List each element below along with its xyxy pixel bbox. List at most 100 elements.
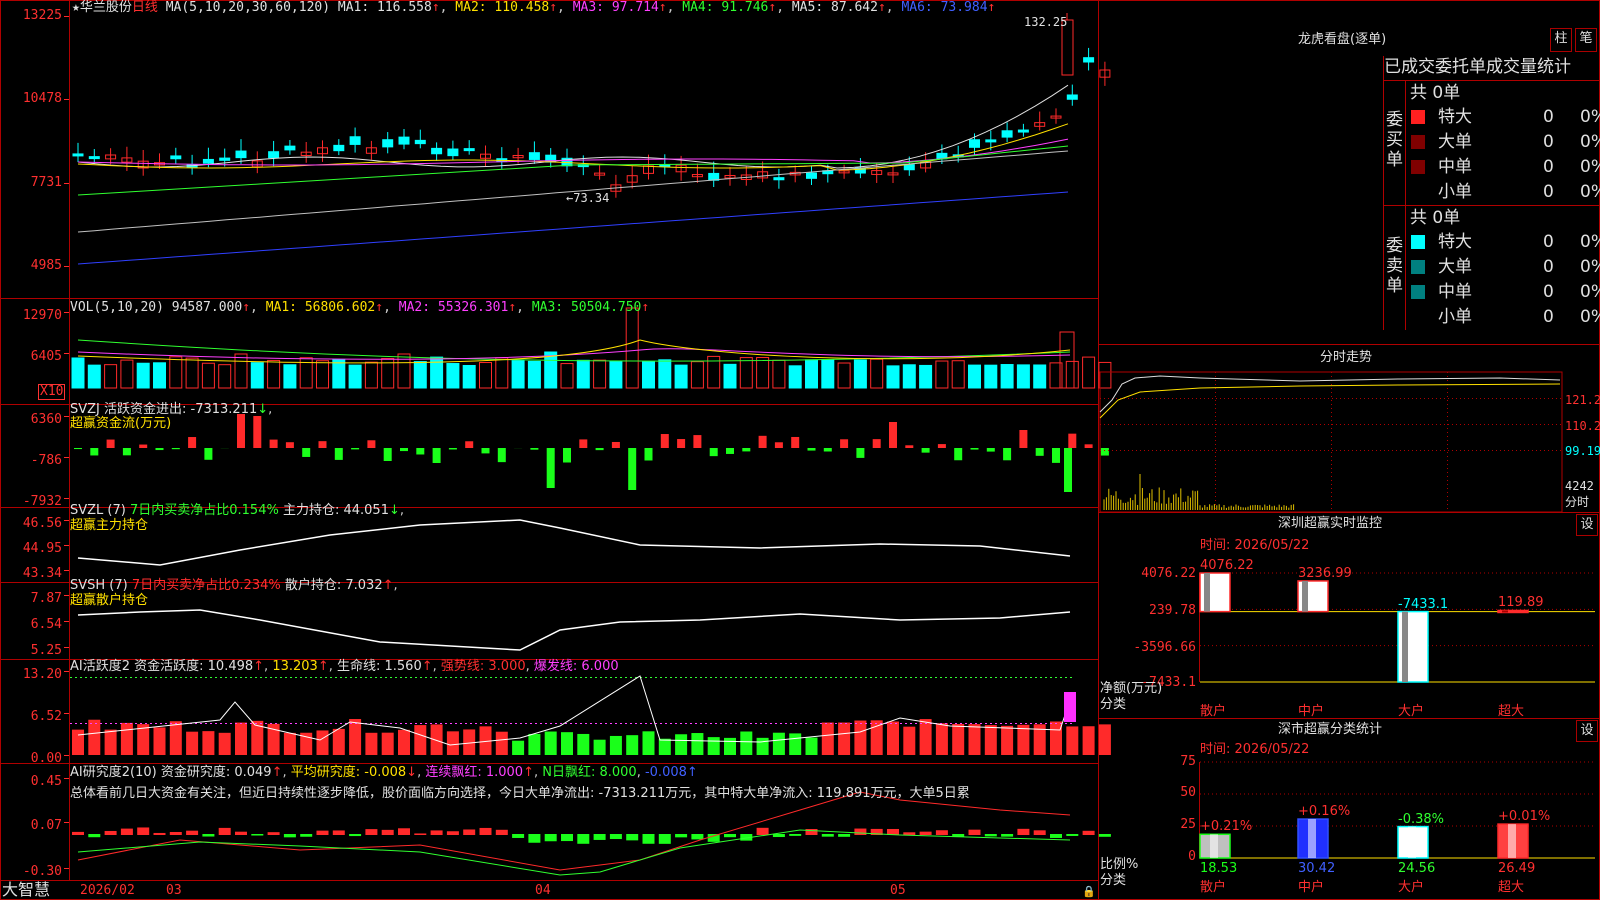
volume-bar bbox=[1016, 364, 1030, 389]
svsh-axis-label: 7.87 bbox=[30, 591, 62, 606]
sz-monitor-time: 时间: 2026/05/22 bbox=[1200, 538, 1310, 553]
research-bar bbox=[658, 834, 671, 844]
money-flow-bar bbox=[1064, 448, 1072, 492]
order-count: 0 bbox=[1543, 282, 1554, 302]
research-bar bbox=[267, 832, 280, 835]
monitor-category-label: 中户 bbox=[1298, 704, 1325, 719]
research-bar bbox=[772, 834, 785, 838]
monitor-bar-shade bbox=[1402, 611, 1408, 682]
activity-bar bbox=[430, 724, 443, 755]
svsh-axis-label: 5.25 bbox=[30, 643, 62, 658]
activity-bar bbox=[495, 731, 508, 755]
money-flow-bar bbox=[742, 448, 751, 452]
research-bar bbox=[691, 834, 704, 840]
class-bar-shine bbox=[1308, 819, 1316, 858]
volume-bar bbox=[283, 364, 297, 389]
svzl-net-ratio: 7日内买卖净占比0.154% bbox=[129, 503, 279, 518]
volume-bar bbox=[527, 360, 541, 389]
volume-bar bbox=[1000, 364, 1014, 389]
research-bar bbox=[72, 831, 84, 835]
activity-bar bbox=[789, 733, 802, 755]
svsh-net-ratio: 7日内买卖净占比0.234% bbox=[131, 578, 281, 593]
order-percent: 0% bbox=[1580, 132, 1600, 152]
order-percent: 0% bbox=[1580, 182, 1600, 202]
ma4-line bbox=[77, 145, 1069, 196]
order-count: 0 bbox=[1543, 107, 1554, 127]
money-flow-bar bbox=[318, 441, 327, 448]
stroke-view-button[interactable]: 笔 bbox=[1575, 28, 1597, 52]
activity-bar bbox=[104, 729, 117, 755]
activity-bar bbox=[870, 720, 883, 755]
vol-ma3: MA3: 50504.750 bbox=[531, 300, 642, 315]
date-label: 2026/02 bbox=[80, 883, 135, 898]
money-flow-bar bbox=[954, 448, 963, 461]
volume-bar bbox=[756, 357, 770, 389]
candle bbox=[773, 177, 785, 181]
money-flow-bar bbox=[139, 444, 148, 448]
money-flow-bar bbox=[1035, 448, 1044, 456]
candle bbox=[333, 144, 345, 152]
candle bbox=[528, 152, 540, 160]
favorite-star-icon[interactable]: ★ bbox=[72, 0, 80, 15]
activity-bar bbox=[332, 728, 345, 755]
order-color-swatch bbox=[1411, 285, 1425, 299]
candle bbox=[447, 148, 459, 157]
activity-bar bbox=[577, 733, 590, 755]
period-label[interactable]: 日线 bbox=[132, 0, 158, 15]
candle bbox=[1066, 94, 1078, 100]
research-bar bbox=[349, 834, 362, 837]
volume-bar bbox=[837, 362, 851, 389]
research-bar bbox=[104, 830, 117, 835]
ai-active-v3: 生命线: 1.560 bbox=[336, 659, 422, 674]
money-flow-bar bbox=[595, 448, 604, 451]
order-type-label: 中单 bbox=[1438, 157, 1472, 177]
money-flow-bar bbox=[204, 448, 213, 460]
research-bar bbox=[186, 830, 199, 835]
money-flow-bar bbox=[921, 448, 930, 453]
candle bbox=[88, 156, 100, 160]
money-flow-bar bbox=[285, 442, 294, 448]
money-flow-bar bbox=[383, 448, 392, 461]
activity-bar bbox=[283, 732, 296, 755]
research-bar bbox=[675, 834, 688, 838]
trade-stats-tab[interactable]: 已成交委托单成交量统计 bbox=[1384, 56, 1598, 78]
order-color-swatch bbox=[1411, 235, 1425, 249]
activity-bar bbox=[349, 719, 362, 755]
candle bbox=[284, 145, 296, 151]
money-flow-bar bbox=[905, 445, 914, 448]
sz-monitor-settings-button[interactable]: 设 bbox=[1576, 514, 1598, 536]
activity-bar bbox=[316, 730, 329, 755]
ai-active-axis-label: 0.00 bbox=[30, 751, 62, 766]
class-bar-value: 26.49 bbox=[1498, 861, 1536, 876]
volume-bar bbox=[201, 362, 215, 389]
money-flow-bar bbox=[1084, 444, 1093, 448]
ai-research-v4: N日飘红: 8.000 bbox=[542, 765, 637, 780]
ai-active-v2: 13.203 bbox=[272, 659, 318, 674]
volume-bar bbox=[886, 365, 900, 389]
activity-bar bbox=[1066, 726, 1079, 755]
candle bbox=[202, 158, 214, 164]
money-flow-bar bbox=[400, 448, 408, 452]
sz-class-settings-button[interactable]: 设 bbox=[1576, 720, 1598, 742]
bar-view-button[interactable]: 柱 bbox=[1550, 28, 1572, 52]
volume-bar bbox=[120, 359, 134, 389]
candle bbox=[349, 136, 361, 145]
activity-bar bbox=[169, 721, 182, 755]
money-flow-bar bbox=[840, 439, 849, 448]
money-flow-bar bbox=[269, 439, 278, 448]
intraday-unit: 分时 bbox=[1565, 495, 1590, 509]
intraday-axis-label: 99.19 bbox=[1565, 444, 1600, 458]
activity-bar bbox=[838, 722, 851, 755]
lock-icon[interactable]: 🔒 bbox=[1082, 884, 1096, 900]
activity-bar bbox=[446, 731, 459, 755]
candle bbox=[806, 172, 817, 179]
monitor-category-label: 大户 bbox=[1398, 704, 1425, 719]
ai-active-header: AI活跃度2 资金活跃度: 10.498↑, 13.203↑, 生命线: 1.5… bbox=[70, 659, 619, 674]
sz-class-axis: 0 bbox=[1188, 849, 1196, 864]
money-flow-bar bbox=[106, 439, 115, 448]
volume-bar bbox=[348, 364, 362, 389]
ai-research-description: 总体看前几日大资金有关注，但近日持续性逐步降低，股价面临方向选择，今日大单净流出… bbox=[70, 786, 970, 801]
candle bbox=[1017, 129, 1029, 133]
research-bar bbox=[838, 834, 851, 837]
svsh-axis-label: 6.54 bbox=[30, 617, 62, 632]
